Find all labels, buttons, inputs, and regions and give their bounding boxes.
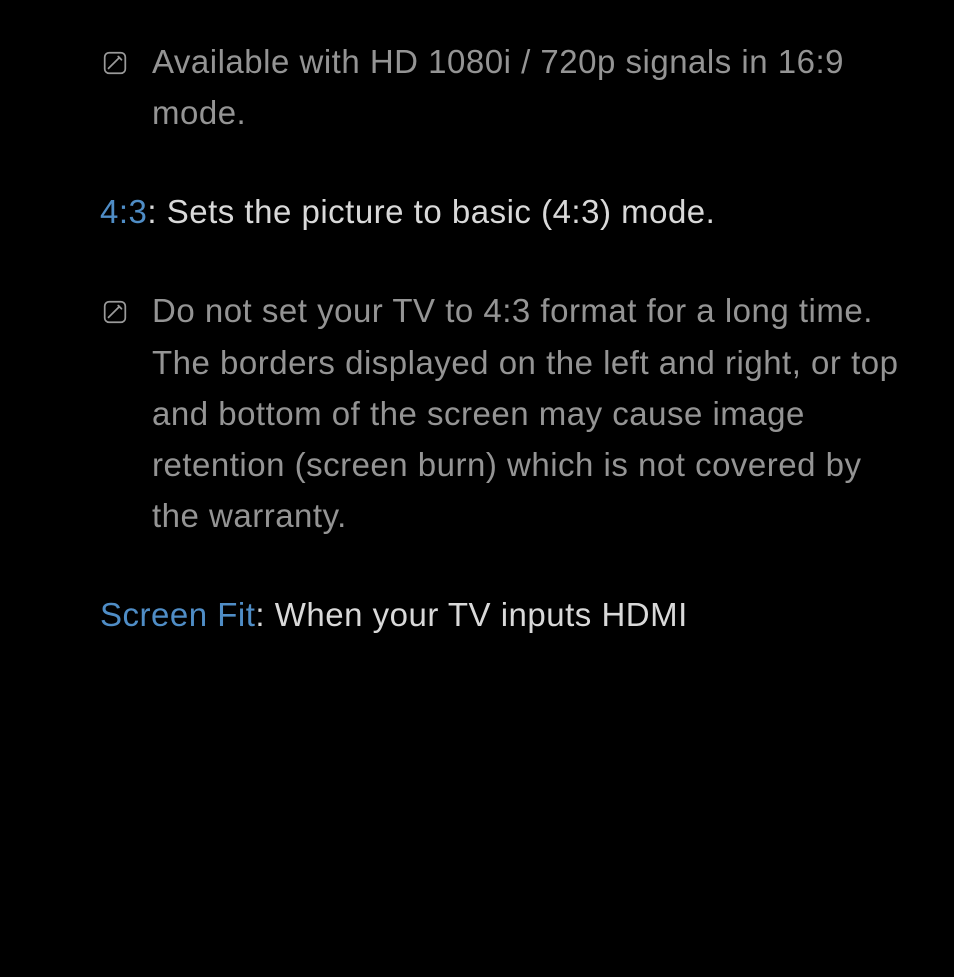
option-screen-fit: Screen Fit: When your TV inputs HDMI <box>100 589 914 640</box>
note-block: Available with HD 1080i / 720p signals i… <box>100 36 914 138</box>
manual-page: Available with HD 1080i / 720p signals i… <box>0 0 954 977</box>
option-4-3: 4:3: Sets the picture to basic (4:3) mod… <box>100 186 914 237</box>
option-label: 4:3 <box>100 193 147 230</box>
note-icon <box>100 297 130 327</box>
note-block: Do not set your TV to 4:3 format for a l… <box>100 285 914 541</box>
note-text: Do not set your TV to 4:3 format for a l… <box>152 285 914 541</box>
option-body: When your TV inputs HDMI <box>275 596 688 633</box>
note-text: Available with HD 1080i / 720p signals i… <box>152 36 914 138</box>
option-label: Screen Fit <box>100 596 255 633</box>
note-icon <box>100 48 130 78</box>
option-body: Sets the picture to basic (4:3) mode. <box>167 193 716 230</box>
option-sep: : <box>147 193 166 230</box>
option-sep: : <box>255 596 274 633</box>
